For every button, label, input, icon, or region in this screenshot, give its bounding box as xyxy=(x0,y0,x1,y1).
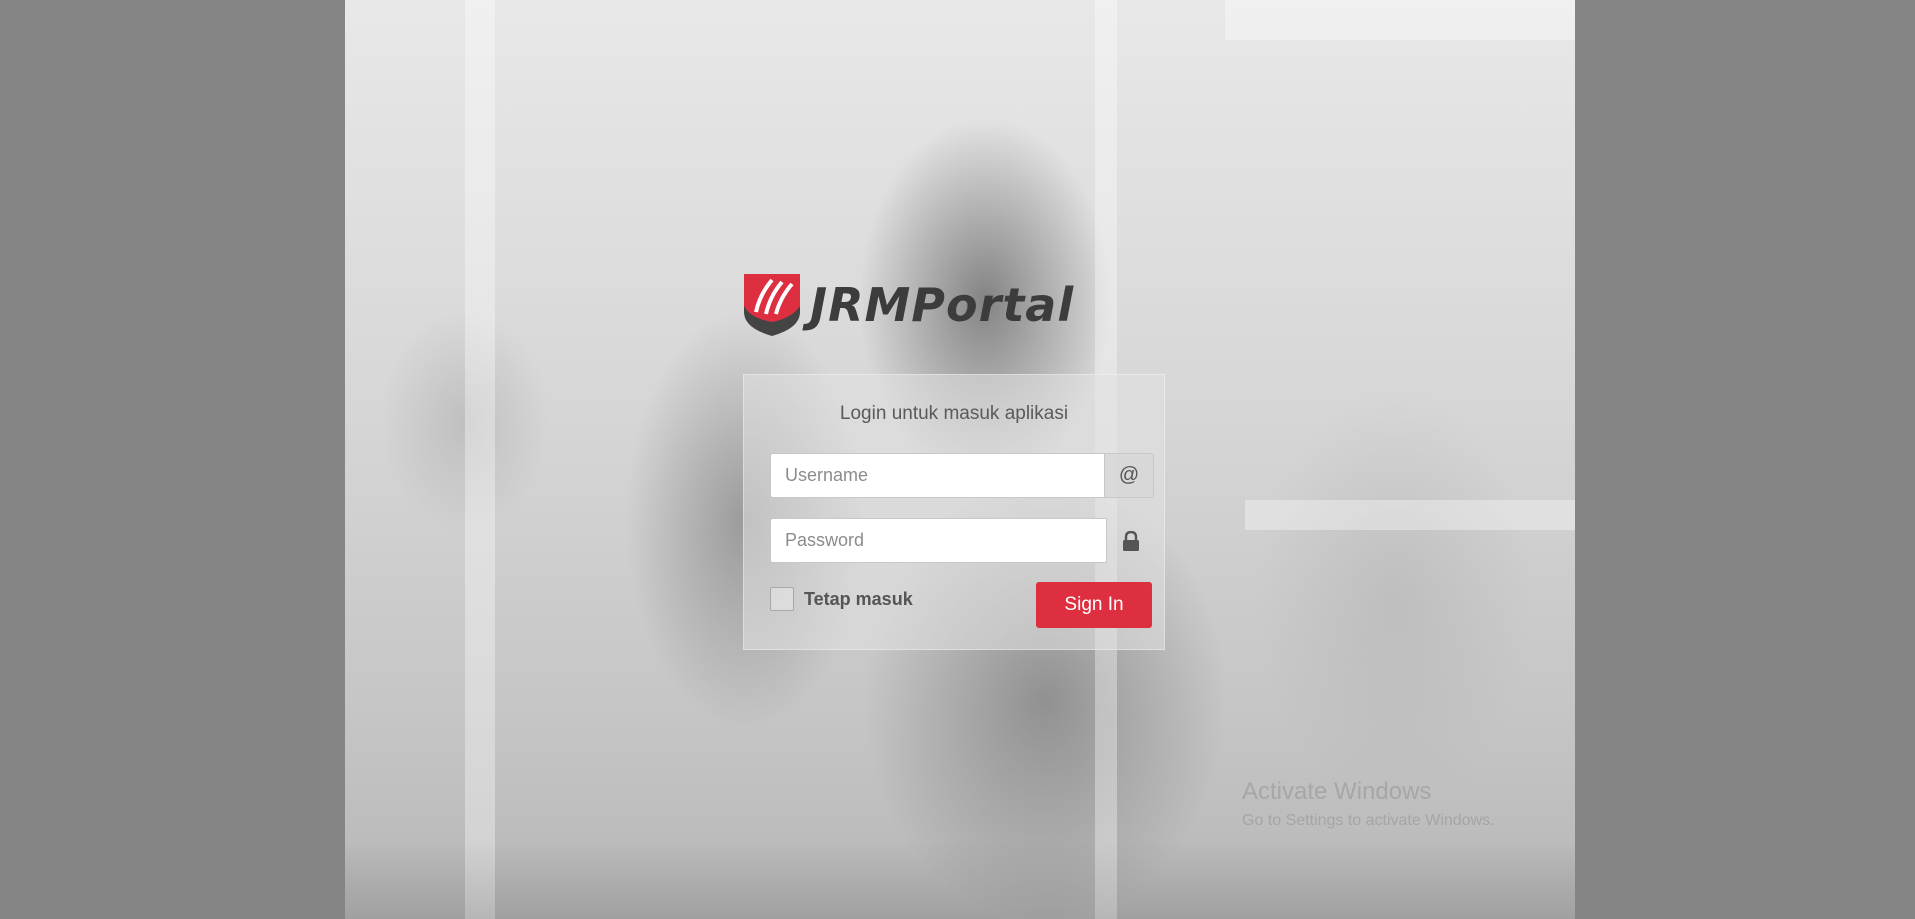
remember-label: Tetap masuk xyxy=(804,588,913,609)
password-group xyxy=(770,518,1154,563)
sign-in-button[interactable]: Sign In xyxy=(1036,582,1152,628)
password-input[interactable] xyxy=(770,518,1107,563)
remember-checkbox[interactable] xyxy=(770,587,794,611)
username-group: @ xyxy=(770,453,1154,498)
login-title: Login untuk masuk aplikasi xyxy=(839,403,1069,424)
brand-wordmark: JRMPortal xyxy=(810,278,1075,332)
screen: JRMPortal Login untuk masuk aplikasi @ xyxy=(0,0,1915,919)
watermark-subtitle: Go to Settings to activate Windows. xyxy=(1242,812,1495,829)
remember-me[interactable]: Tetap masuk xyxy=(770,587,913,611)
login-page: JRMPortal Login untuk masuk aplikasi @ xyxy=(345,0,1575,919)
at-icon: @ xyxy=(1105,453,1154,498)
username-input[interactable] xyxy=(770,453,1105,498)
activate-windows-watermark: Activate Windows Go to Settings to activ… xyxy=(1242,778,1495,830)
watermark-title: Activate Windows xyxy=(1242,778,1432,805)
brand-logo: JRMPortal xyxy=(742,272,1182,338)
lock-icon xyxy=(1107,518,1154,563)
shield-logo-icon xyxy=(744,274,800,336)
login-card: Login untuk masuk aplikasi @ Tetap masuk xyxy=(743,374,1165,650)
